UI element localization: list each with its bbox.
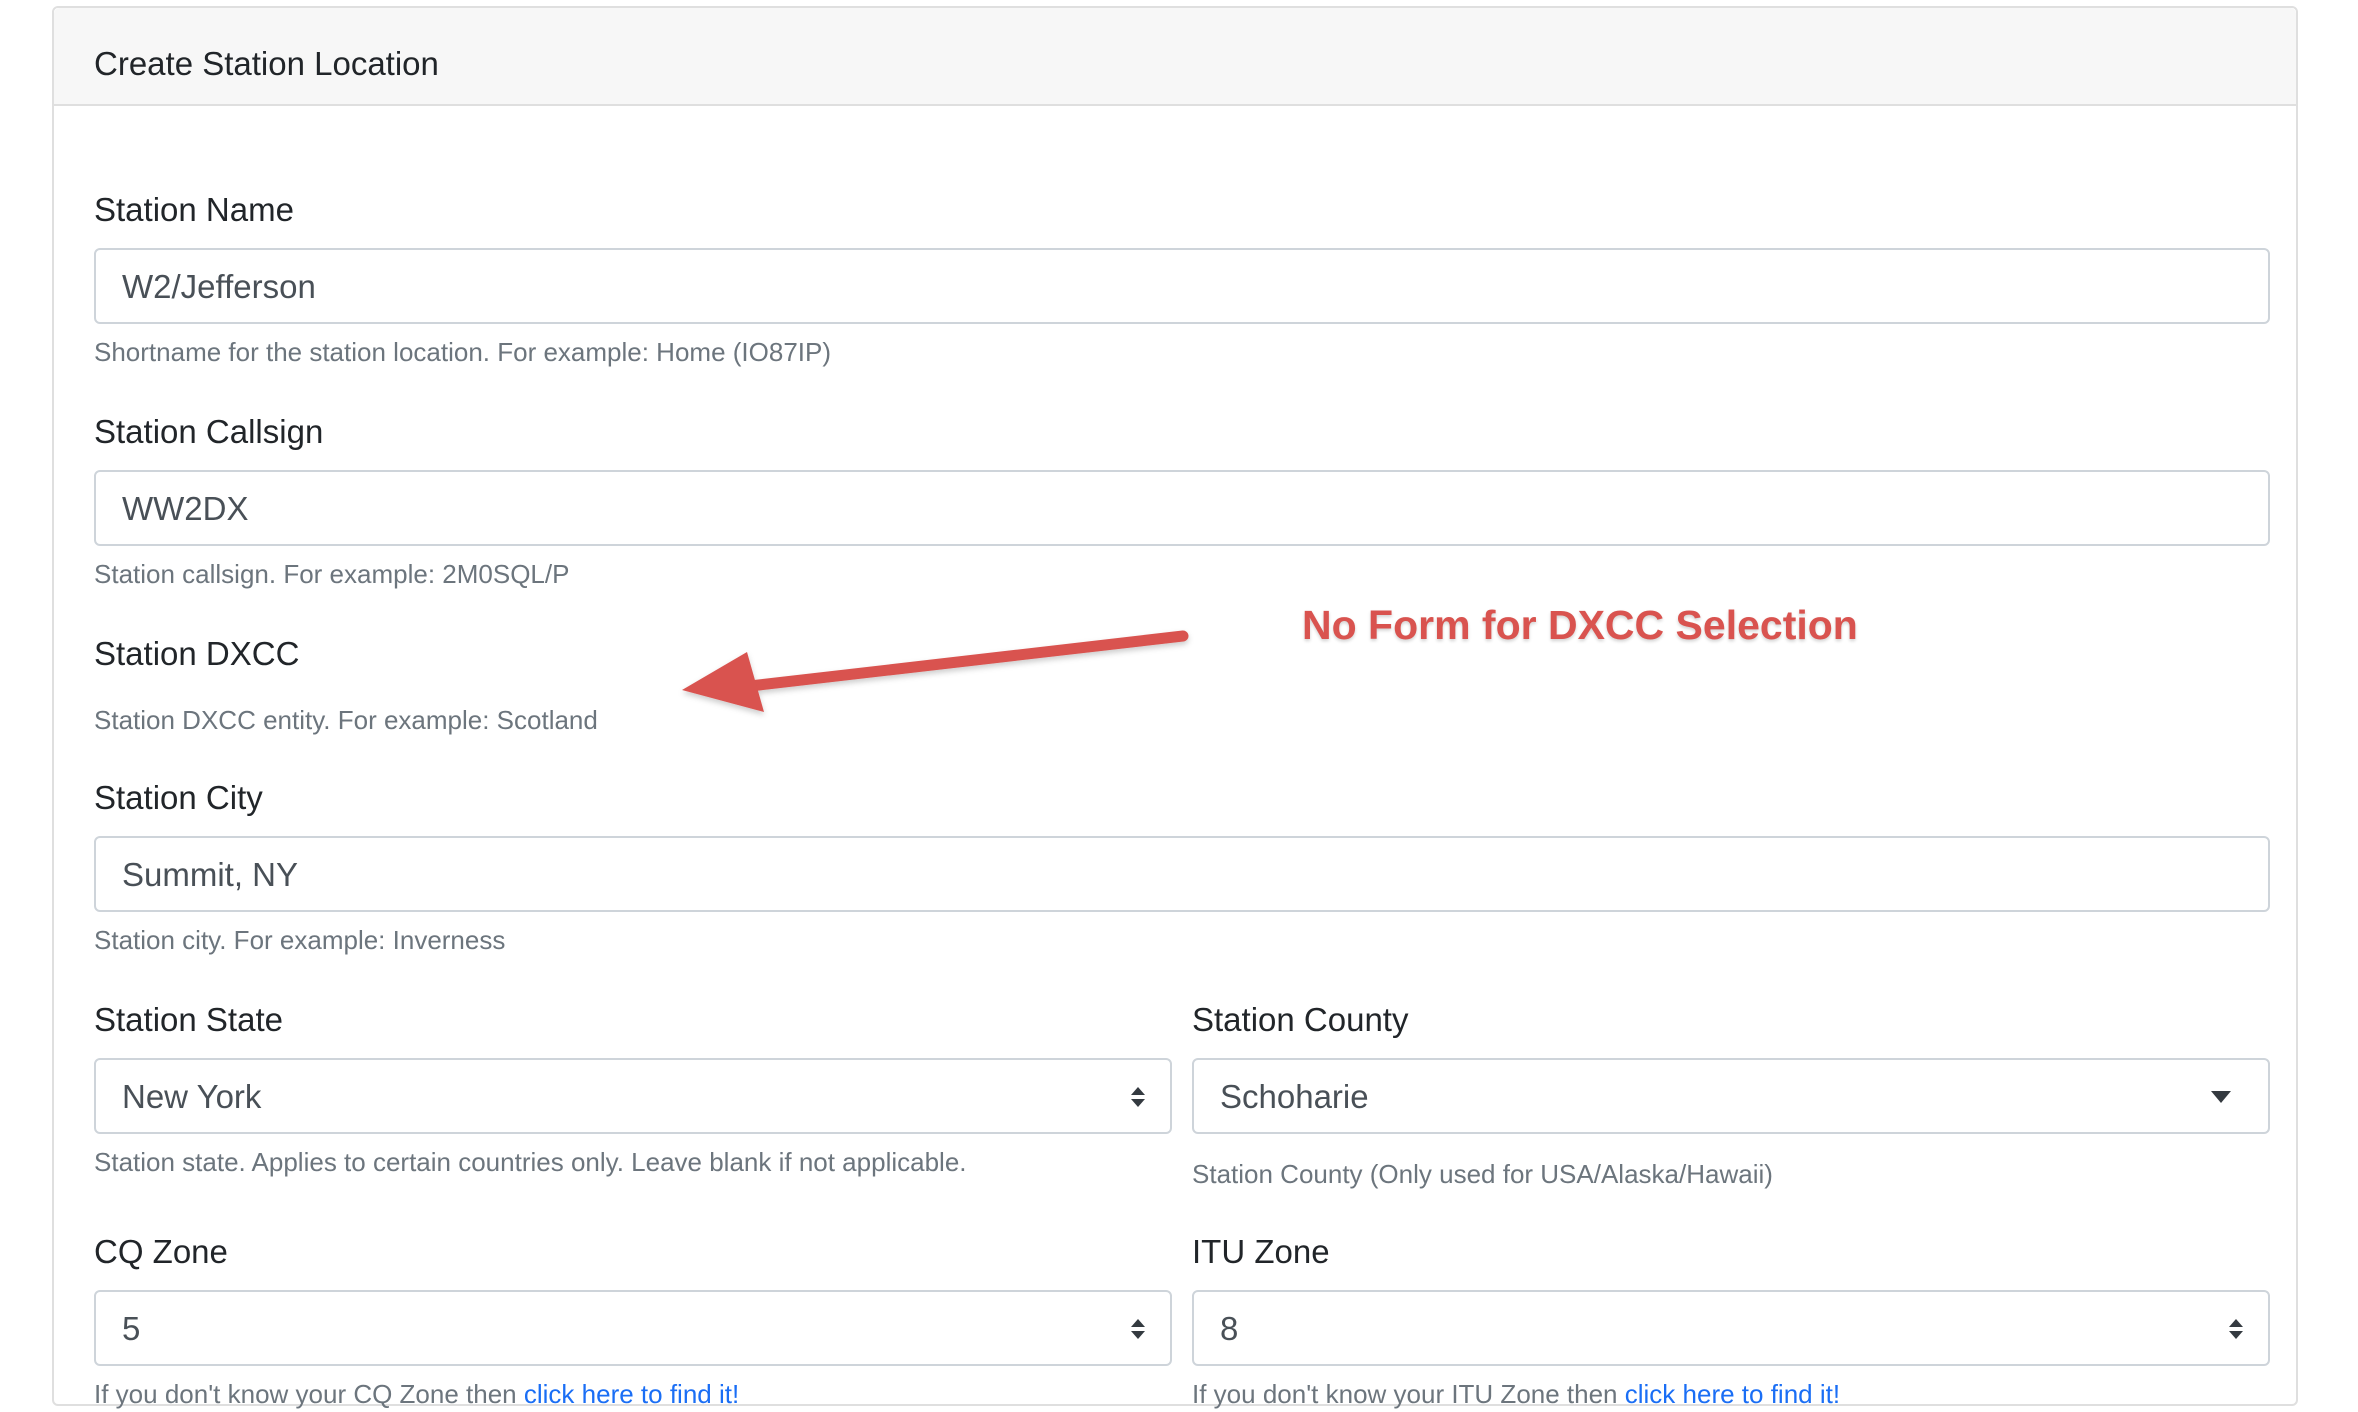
cq-zone-select[interactable]: 5: [94, 1290, 1172, 1366]
station-callsign-help: Station callsign. For example: 2M0SQL/P: [94, 559, 570, 589]
station-county-value: Schoharie: [1220, 1078, 1369, 1115]
station-state-help: Station state. Applies to certain countr…: [94, 1147, 967, 1177]
station-county-label: Station County: [1192, 1001, 1409, 1038]
up-down-caret-icon: [2229, 1319, 2243, 1339]
cq-zone-help: If you don't know your CQ Zone then clic…: [94, 1376, 739, 1412]
station-city-label: Station City: [94, 779, 263, 816]
station-state-value: New York: [122, 1078, 262, 1115]
station-callsign-label: Station Callsign: [94, 413, 324, 450]
itu-zone-select[interactable]: 8: [1192, 1290, 2270, 1366]
cq-zone-label: CQ Zone: [94, 1233, 228, 1270]
card-header: Create Station Location: [54, 8, 2296, 106]
station-city-help: Station city. For example: Inverness: [94, 925, 506, 955]
station-name-help: Shortname for the station location. For …: [94, 337, 832, 367]
create-station-card: Create Station Location Station Name W2/…: [52, 6, 2298, 1409]
itu-zone-label: ITU Zone: [1192, 1233, 1330, 1270]
itu-zone-value: 8: [1220, 1310, 1239, 1347]
station-state-select[interactable]: New York: [94, 1058, 1172, 1134]
station-state-label: Station State: [94, 1001, 283, 1038]
station-name-label: Station Name: [94, 191, 294, 228]
station-name-input[interactable]: W2/Jefferson: [94, 248, 2270, 324]
station-county-select[interactable]: Schoharie: [1192, 1058, 2270, 1134]
card-title: Create Station Location: [94, 45, 439, 82]
station-callsign-value: WW2DX: [122, 490, 249, 527]
annotation-text: No Form for DXCC Selection: [1302, 602, 1858, 648]
station-city-value: Summit, NY: [122, 856, 299, 893]
station-callsign-input[interactable]: WW2DX: [94, 470, 2270, 546]
chevron-down-icon: [2211, 1091, 2231, 1103]
station-dxcc-label: Station DXCC: [94, 635, 300, 672]
up-down-caret-icon: [1131, 1319, 1145, 1339]
up-down-caret-icon: [1131, 1087, 1145, 1107]
station-city-input[interactable]: Summit, NY: [94, 836, 2270, 912]
station-name-value: W2/Jefferson: [122, 268, 316, 305]
cq-zone-value: 5: [122, 1310, 141, 1347]
station-county-help: Station County (Only used for USA/Alaska…: [1192, 1159, 1773, 1189]
station-dxcc-help: Station DXCC entity. For example: Scotla…: [94, 705, 598, 735]
itu-zone-help: If you don't know your ITU Zone then cli…: [1192, 1376, 1840, 1412]
